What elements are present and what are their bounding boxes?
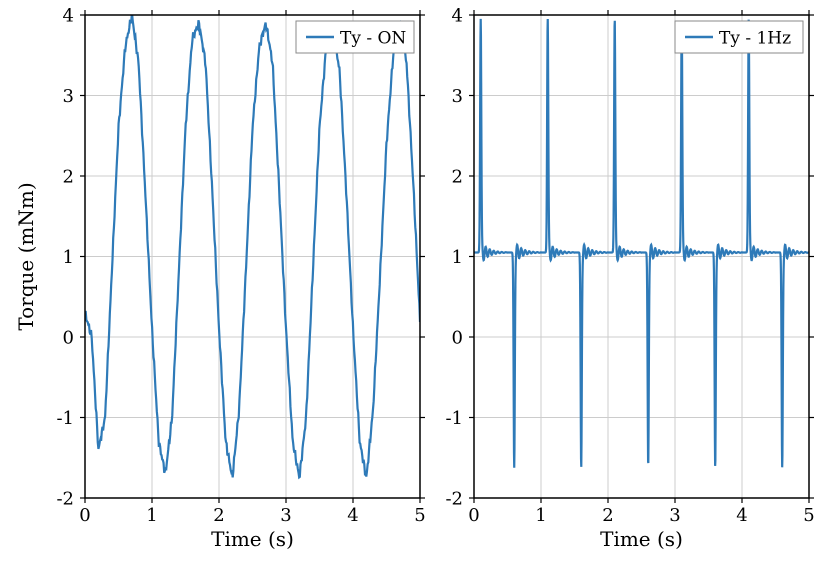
xtick-label: 2 (602, 505, 613, 526)
xlabel: Time (s) (211, 527, 294, 551)
xtick-label: 3 (669, 505, 680, 526)
xtick-label: 0 (468, 505, 479, 526)
ytick-label: 2 (63, 166, 74, 187)
ylabel: Torque (mNm) (14, 182, 38, 330)
xtick-label: 1 (535, 505, 546, 526)
xtick-label: 3 (280, 505, 291, 526)
ytick-label: -1 (445, 408, 463, 429)
ytick-label: 4 (63, 5, 74, 26)
series-line-left (85, 13, 420, 478)
xtick-label: 4 (736, 505, 747, 526)
ytick-label: -2 (56, 488, 74, 509)
legend-label: Ty - ON (340, 28, 406, 48)
ytick-label: 3 (63, 86, 74, 107)
ytick-label: 3 (452, 86, 463, 107)
ytick-label: 0 (452, 327, 463, 348)
ytick-label: -1 (56, 408, 74, 429)
ytick-label: 4 (452, 5, 463, 26)
xtick-label: 5 (803, 505, 814, 526)
ytick-label: -2 (445, 488, 463, 509)
xtick-label: 1 (146, 505, 157, 526)
ytick-label: 0 (63, 327, 74, 348)
xtick-label: 2 (213, 505, 224, 526)
ytick-label: 1 (452, 247, 463, 268)
series-line-right (474, 19, 809, 468)
ytick-label: 2 (452, 166, 463, 187)
xtick-label: 0 (79, 505, 90, 526)
xtick-label: 5 (414, 505, 425, 526)
xlabel: Time (s) (600, 527, 683, 551)
legend-label: Ty - 1Hz (719, 28, 791, 48)
ytick-label: 1 (63, 247, 74, 268)
xtick-label: 4 (347, 505, 358, 526)
